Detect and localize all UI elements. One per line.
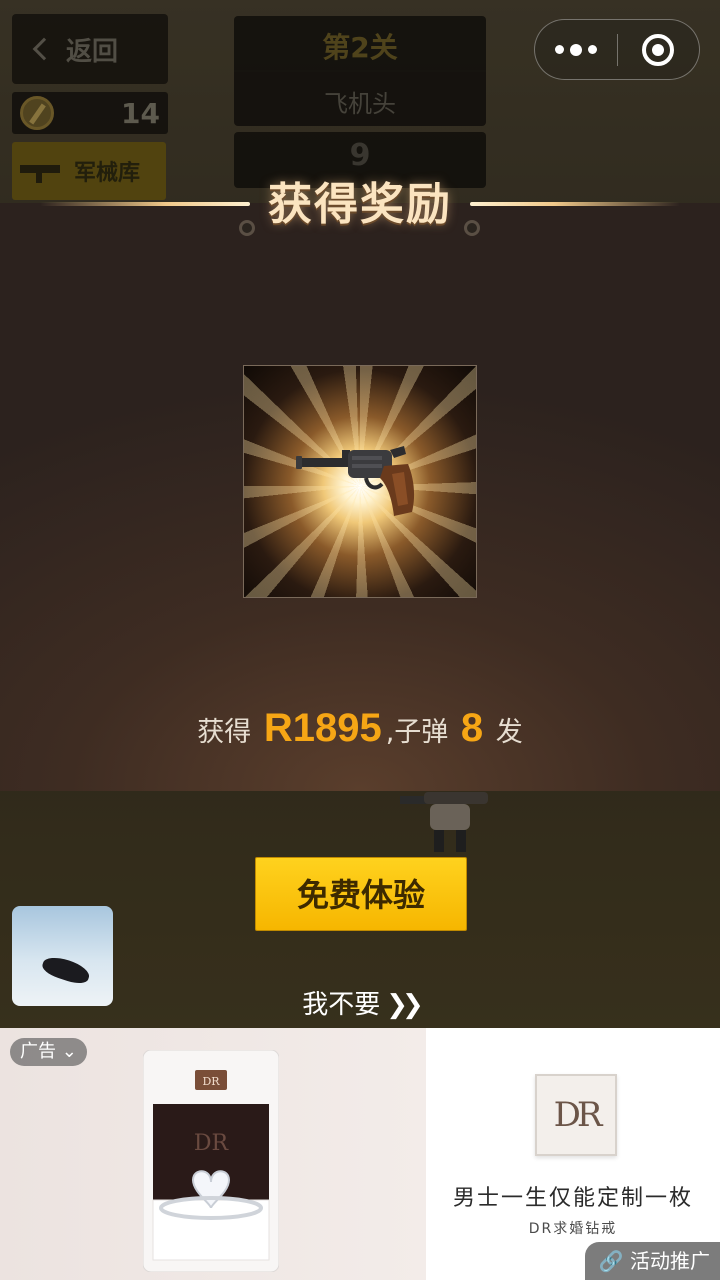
svg-text:DR: DR <box>194 1131 230 1156</box>
activity-promo-label: 活动推广 <box>630 1249 710 1273</box>
brand-logo-text: DR <box>553 1095 603 1135</box>
penguin-icon <box>40 953 92 987</box>
chevron-down-icon: ⌄ <box>61 1041 77 1062</box>
ad-tag-label: 广告 <box>20 1041 56 1062</box>
title-line-left <box>40 202 250 206</box>
reward-description: 获得 R1895 ,子弹 8 发 <box>0 706 720 751</box>
reward-title: 获得奖励 <box>268 179 452 230</box>
ad-headline: 男士一生仅能定制一枚 <box>452 1186 693 1211</box>
more-menu-button[interactable] <box>535 20 617 79</box>
free-trial-button[interactable]: 免费体验 <box>255 857 467 931</box>
bolt-icon <box>239 220 255 236</box>
reward-item-card <box>243 365 477 598</box>
dot-icon <box>554 45 564 54</box>
target-circle-icon <box>642 33 675 66</box>
ad-banner[interactable]: DR DR 广告 ⌄ DR 男士一生仅能定制一枚 DR求婚钻戒 🔗 活动推广 <box>0 1028 720 1280</box>
link-icon: 🔗 <box>598 1249 624 1273</box>
refuse-label: 我不要 <box>302 990 381 1020</box>
promo-game-thumbnail[interactable] <box>12 906 113 1006</box>
ring-box-image: DR DR <box>143 1050 279 1272</box>
ammo-suffix: 发 <box>495 717 523 748</box>
revolver-icon <box>296 446 415 516</box>
reward-title-bar: 获得奖励 <box>0 168 720 238</box>
activity-promo-button[interactable]: 🔗 活动推广 <box>584 1242 720 1280</box>
ammo-count: 8 <box>460 706 484 750</box>
reward-prefix: 获得 <box>197 717 252 748</box>
double-chevron-right-icon: ❯❯ <box>386 990 423 1020</box>
dot-icon <box>569 43 582 56</box>
ad-subline: DR求婚钻戒 <box>528 1221 618 1237</box>
title-line-right <box>470 202 680 206</box>
dot-icon <box>587 45 597 54</box>
ammo-prefix: ,子弹 <box>385 717 449 748</box>
bolt-icon <box>464 220 480 236</box>
weapon-name: R1895 <box>263 706 382 750</box>
player-character <box>400 792 488 852</box>
miniprogram-capsule <box>534 19 700 80</box>
close-miniprogram-button[interactable] <box>618 20 700 79</box>
ad-tag[interactable]: 广告 ⌄ <box>10 1038 87 1066</box>
svg-text:DR: DR <box>202 1075 220 1088</box>
brand-logo: DR <box>535 1074 617 1156</box>
